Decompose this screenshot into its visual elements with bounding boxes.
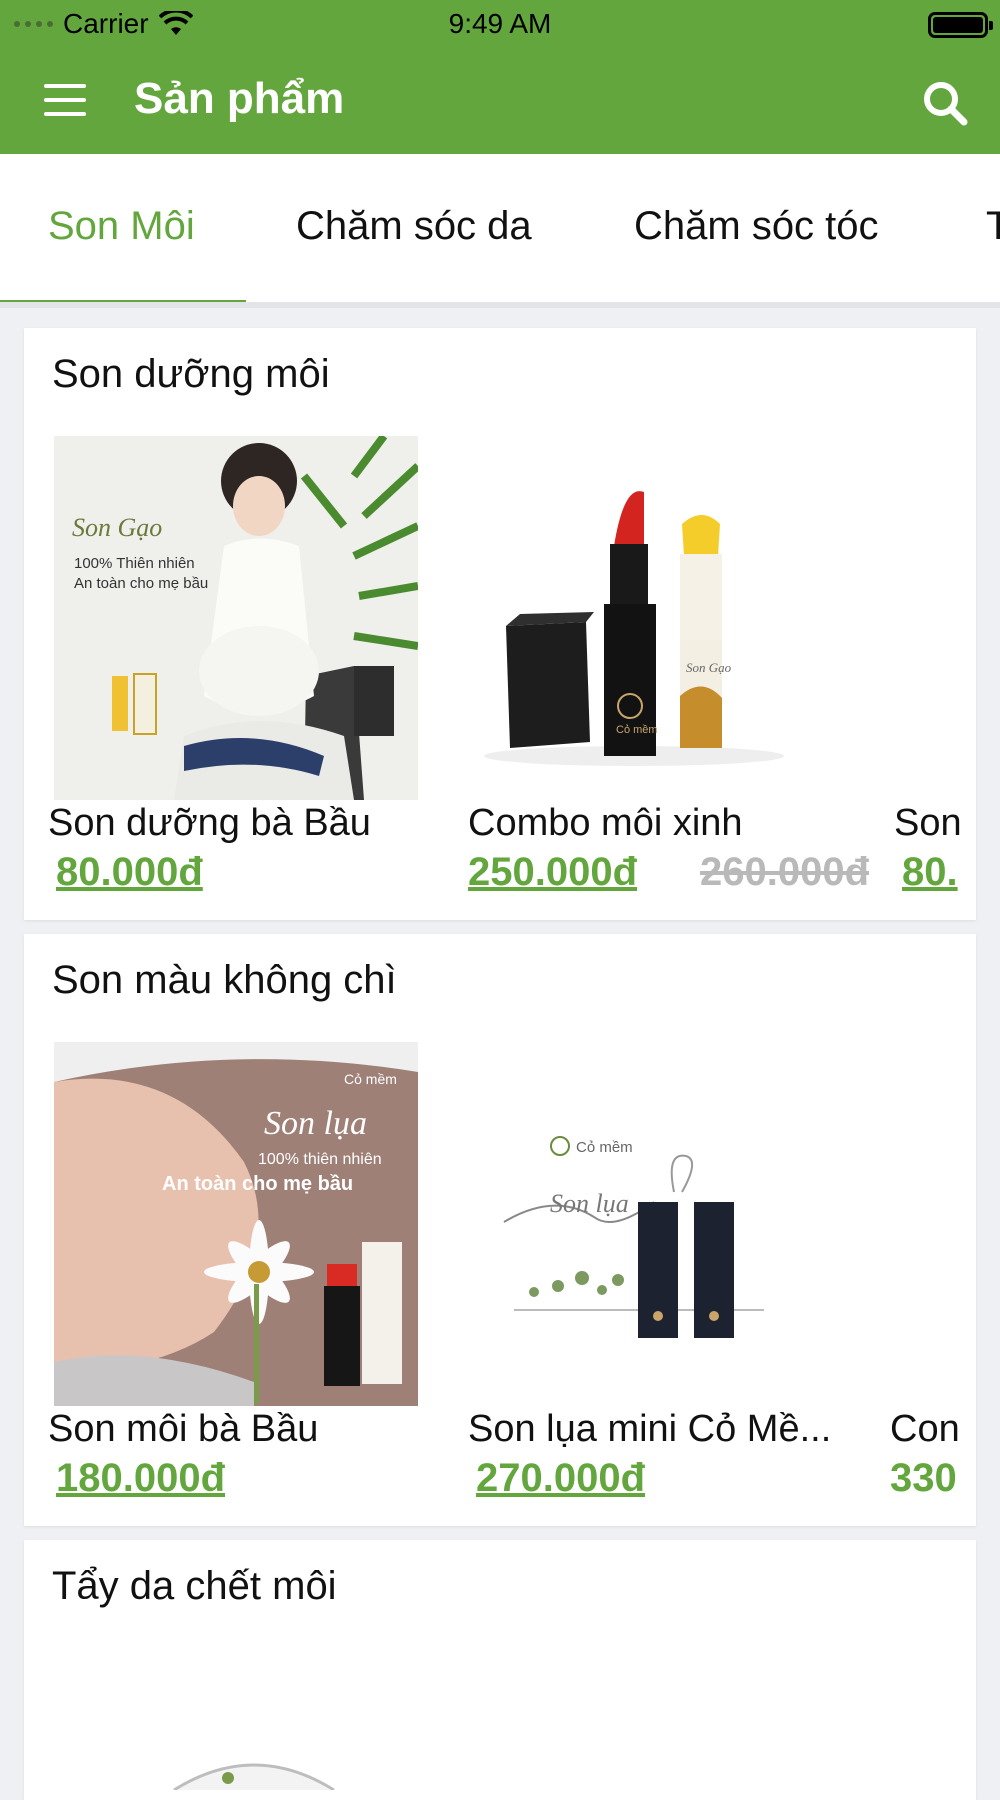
product-card[interactable]: Cỏ mềm Son lụa 100% thiên nhiên An toàn … — [24, 1042, 424, 1500]
image-line1: 100% Thiên nhiên — [74, 555, 195, 572]
product-image — [882, 1042, 976, 1406]
belly-flower-photo: Cỏ mềm Son lụa 100% thiên nhiên An toàn … — [54, 1042, 418, 1406]
product-card[interactable]: Son Gạo 100% Thiên nhiên An toàn cho mẹ … — [24, 436, 424, 894]
product-price: 80. — [902, 850, 958, 894]
son-lua-mini-photo: Cỏ mềm Son lụa — [454, 1042, 818, 1406]
page-title: Sản phẩm — [134, 74, 345, 123]
section-son-mau-khong-chi: Son màu không chì Cỏ mềm Son lụa 100% th… — [24, 934, 976, 1526]
product-image: Cỏ mềm Son lụa 100% thiên nhiên An toàn … — [54, 1042, 418, 1406]
product-image — [882, 436, 976, 800]
tab-indicator — [0, 300, 246, 302]
product-photo-partial — [882, 436, 976, 800]
product-old-price: 260.000đ — [700, 850, 870, 894]
battery-icon — [928, 12, 993, 38]
section-title: Son màu không chì — [52, 958, 397, 1002]
tab-son-moi[interactable]: Son Môi — [48, 204, 195, 249]
product-price: 80.000đ — [56, 850, 203, 894]
product-card[interactable]: Son 80. — [882, 436, 976, 894]
product-name: Son — [894, 802, 962, 844]
brand-label: Cỏ mềm — [344, 1071, 397, 1087]
image-title: Son lụa — [550, 1189, 629, 1218]
section-title: Son dưỡng môi — [52, 352, 330, 396]
tab-cham-soc-toc[interactable]: Chăm sóc tóc — [634, 204, 879, 249]
image-title: Son Gạo — [686, 660, 732, 675]
product-card[interactable]: Cỏ mềm Son lụa Son lụa mini Cỏ Mề... 270… — [444, 1042, 844, 1500]
product-name: Combo môi xinh — [468, 802, 743, 844]
section-son-duong-moi: Son dưỡng môi Son Gạo 100% Thiên nhiên A… — [24, 328, 976, 920]
product-name: Son lụa mini Cỏ Mề... — [468, 1408, 832, 1450]
product-price: 180.000đ — [56, 1456, 226, 1500]
image-line2: An toàn cho mẹ bầu — [74, 575, 208, 592]
category-tabs: Son Môi Chăm sóc da Chăm sóc tóc T — [0, 154, 1000, 308]
product-photo-partial — [882, 1042, 976, 1406]
product-price: 270.000đ — [476, 1456, 646, 1500]
menu-icon[interactable] — [40, 80, 90, 120]
tab-partial[interactable]: T — [986, 204, 1000, 249]
status-bar: Carrier 9:49 AM — [0, 0, 1000, 50]
product-image: Son Gạo 100% Thiên nhiên An toàn cho mẹ … — [54, 436, 418, 800]
product-card[interactable]: Con 330 — [882, 1042, 976, 1500]
pregnant-woman-photo: Son Gạo 100% Thiên nhiên An toàn cho mẹ … — [54, 436, 418, 800]
product-name: Son dưỡng bà Bầu — [48, 802, 371, 844]
lipstick-combo-photo: Cỏ mềm Son Gạo — [454, 436, 818, 800]
product-price: 330 — [890, 1456, 957, 1500]
brand-label: Cỏ mềm — [616, 724, 658, 736]
tab-cham-soc-da[interactable]: Chăm sóc da — [296, 204, 532, 249]
image-line2: An toàn cho mẹ bầu — [162, 1173, 353, 1195]
brand-label: Cỏ mềm — [576, 1139, 633, 1156]
product-name: Son môi bà Bầu — [48, 1408, 319, 1450]
image-title: Son Gạo — [72, 513, 162, 542]
search-icon[interactable] — [920, 78, 970, 128]
clock: 9:49 AM — [448, 8, 552, 39]
product-card[interactable]: Cỏ mềm Son Gạo Combo môi xinh 250.000đ 2… — [444, 436, 869, 894]
product-image-partial — [173, 1763, 335, 1790]
section-title: Tẩy da chết môi — [52, 1564, 337, 1608]
product-name: Con — [890, 1408, 960, 1450]
image-title: Son lụa — [264, 1105, 367, 1142]
section-tay-da-chet-moi: Tẩy da chết môi — [24, 1540, 976, 1800]
product-price: 250.000đ — [468, 850, 638, 894]
product-image: Cỏ mềm Son Gạo — [454, 436, 818, 800]
product-image: Cỏ mềm Son lụa — [454, 1042, 818, 1406]
image-line1: 100% thiên nhiên — [258, 1151, 382, 1168]
app-bar: Sản phẩm — [0, 50, 1000, 154]
